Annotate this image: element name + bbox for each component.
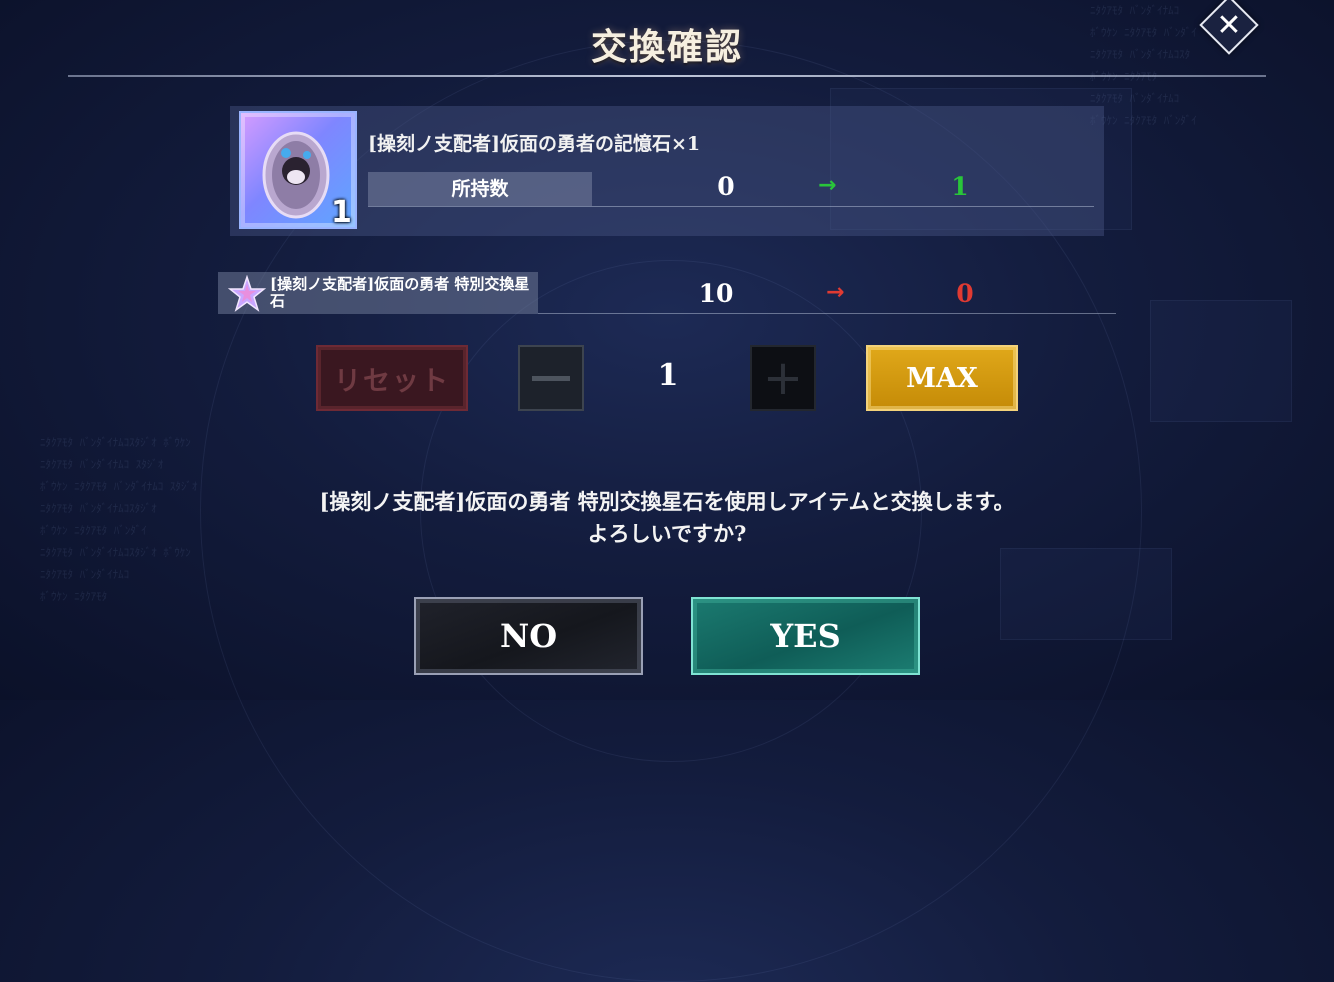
loss-arrow-icon: → <box>826 280 845 305</box>
quantity-value: 1 <box>657 358 679 393</box>
background-panel <box>1000 548 1172 640</box>
owned-before-value: 0 <box>717 172 735 201</box>
owned-divider <box>368 206 1094 207</box>
background-panel <box>1150 300 1292 422</box>
confirm-message-line1: [操刻ノ支配者]仮面の勇者 特別交換星石を使用しアイテムと交換します。 <box>319 489 1015 514</box>
yes-button-label: YES <box>770 617 841 655</box>
cost-divider <box>538 313 1116 314</box>
owned-label: 所持数 <box>451 178 509 200</box>
gain-arrow-icon: → <box>818 173 837 198</box>
decrement-button[interactable] <box>518 345 584 411</box>
increment-button[interactable]: + <box>750 345 816 411</box>
no-button[interactable]: NO <box>414 597 643 675</box>
plus-icon: + <box>762 350 804 406</box>
star-stone-icon <box>228 275 266 312</box>
cost-before-value: 10 <box>698 279 734 308</box>
confirm-message-line2: よろしいですか? <box>587 521 747 546</box>
yes-button[interactable]: YES <box>691 597 920 675</box>
cost-item-name: [操刻ノ支配者]仮面の勇者 特別交換星石 <box>270 275 530 310</box>
item-name: [操刻ノ支配者]仮面の勇者の記憶石×1 <box>368 133 701 155</box>
dialog-title: 交換確認 <box>590 26 743 68</box>
no-button-label: NO <box>499 617 558 655</box>
item-thumb-count: 1 <box>331 195 352 230</box>
owned-after-value: 1 <box>951 172 969 201</box>
max-button-label: MAX <box>906 362 978 394</box>
item-panel <box>230 106 1104 236</box>
reset-button[interactable]: リセット <box>316 345 468 411</box>
title-divider <box>68 75 1266 77</box>
minus-icon <box>532 375 570 381</box>
reset-button-label: リセット <box>334 365 450 397</box>
cost-after-value: 0 <box>956 279 974 308</box>
max-button[interactable]: MAX <box>866 345 1018 411</box>
